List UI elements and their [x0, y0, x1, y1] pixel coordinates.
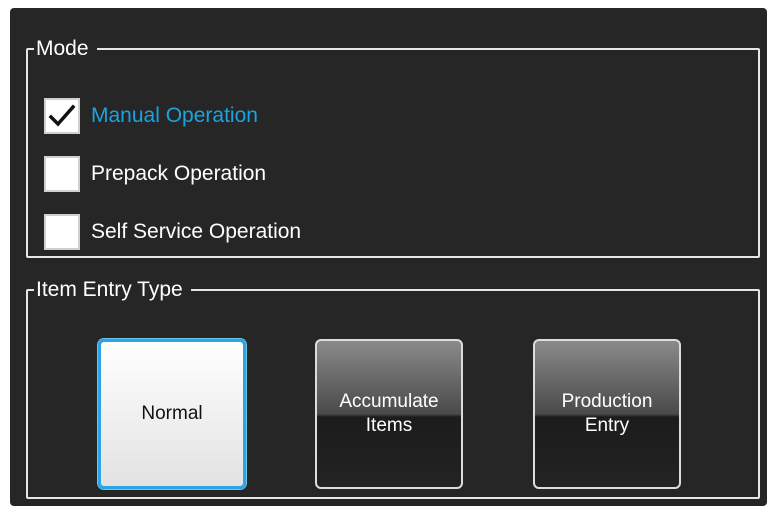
settings-panel: Mode Manual Operation Prepack Operation …	[10, 8, 767, 506]
manual-operation-option[interactable]: Manual Operation	[44, 96, 258, 136]
accumulate-items-button[interactable]: Accumulate Items	[315, 339, 463, 489]
prepack-operation-option[interactable]: Prepack Operation	[44, 154, 266, 194]
self-service-operation-label: Self Service Operation	[91, 220, 302, 243]
manual-operation-label: Manual Operation	[91, 104, 258, 127]
mode-legend: Mode	[36, 37, 89, 60]
prepack-operation-label: Prepack Operation	[91, 162, 267, 185]
production-entry-button-label: Production Entry	[561, 391, 653, 436]
production-entry-button[interactable]: Production Entry	[533, 339, 681, 489]
normal-button-label: Normal	[141, 403, 203, 424]
prepack-operation-checkbox[interactable]	[44, 156, 80, 192]
accumulate-items-button-label: Accumulate Items	[339, 391, 439, 436]
mode-group: Mode Manual Operation Prepack Operation …	[26, 38, 760, 258]
item-entry-type-group: Item Entry Type Normal Accumulate Items …	[26, 279, 760, 499]
checkmark-icon	[48, 104, 76, 127]
self-service-operation-option[interactable]: Self Service Operation	[44, 212, 301, 252]
manual-operation-checkbox[interactable]	[44, 98, 80, 134]
item-entry-type-legend: Item Entry Type	[36, 278, 183, 301]
self-service-operation-checkbox[interactable]	[44, 214, 80, 250]
normal-button[interactable]: Normal	[98, 339, 246, 489]
